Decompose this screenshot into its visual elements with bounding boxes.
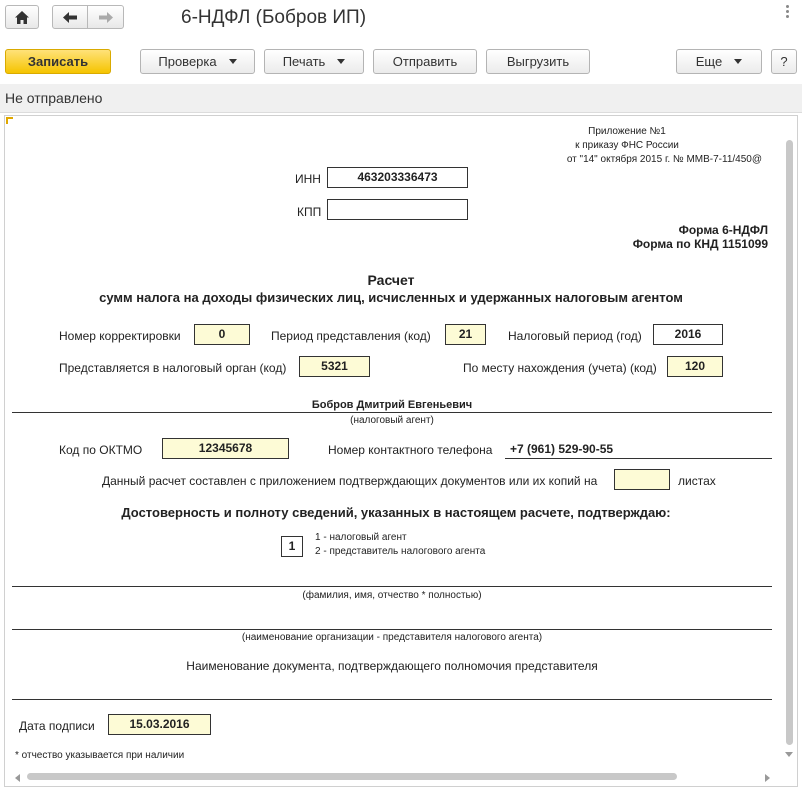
export-button[interactable]: Выгрузить bbox=[486, 49, 590, 74]
arrow-right-icon bbox=[98, 11, 113, 23]
fio-caption: (фамилия, имя, отчество * полностью) bbox=[302, 590, 482, 601]
form-heading: Расчет bbox=[367, 272, 415, 288]
back-button[interactable] bbox=[52, 5, 88, 29]
dropdown-arrow-icon bbox=[337, 59, 346, 64]
check-button[interactable]: Проверка bbox=[140, 49, 255, 74]
dropdown-arrow-icon bbox=[734, 59, 743, 64]
appendix-line-1: Приложение №1 bbox=[588, 126, 666, 137]
tax-authority-field[interactable]: 5321 bbox=[299, 356, 370, 377]
kpp-field[interactable] bbox=[327, 199, 468, 220]
signer-code-field[interactable]: 1 bbox=[281, 536, 303, 557]
phone-underline bbox=[505, 458, 772, 459]
home-button[interactable] bbox=[5, 5, 39, 29]
status-bar: Не отправлено bbox=[0, 84, 802, 113]
forward-button[interactable] bbox=[87, 5, 124, 29]
signer-option-1: 1 - налоговый агент bbox=[315, 532, 407, 543]
period-code-field[interactable]: 21 bbox=[445, 324, 486, 345]
attachments-field[interactable] bbox=[614, 469, 670, 490]
help-button-label: ? bbox=[780, 54, 788, 69]
appendix-line-2: к приказу ФНС России bbox=[575, 140, 679, 151]
doc-label: Наименование документа, подтверждающего … bbox=[186, 659, 598, 673]
agent-underline bbox=[12, 412, 772, 413]
form-name: Форма 6-НДФЛ bbox=[678, 223, 768, 237]
more-button-label: Еще bbox=[695, 54, 723, 69]
send-button[interactable]: Отправить bbox=[373, 49, 477, 74]
status-text: Не отправлено bbox=[5, 90, 103, 106]
location-field[interactable]: 120 bbox=[667, 356, 723, 377]
signer-option-2: 2 - представитель налогового агента bbox=[315, 546, 486, 557]
kpp-label: КПП bbox=[297, 205, 322, 219]
more-button[interactable]: Еще bbox=[676, 49, 762, 74]
home-icon bbox=[15, 10, 29, 24]
form-knd: Форма по КНД 1151099 bbox=[632, 237, 768, 251]
tax-authority-label: Представляется в налоговый орган (код) bbox=[59, 361, 287, 375]
export-button-label: Выгрузить bbox=[506, 54, 570, 69]
corner-marker bbox=[6, 117, 13, 124]
oktmo-label: Код по ОКТМО bbox=[59, 443, 143, 457]
arrow-left-icon bbox=[63, 11, 77, 23]
form-subheading: сумм налога на доходы физических лиц, ис… bbox=[99, 290, 683, 305]
sign-date-label: Дата подписи bbox=[19, 719, 95, 733]
inn-field[interactable]: 463203336473 bbox=[327, 167, 468, 188]
save-button[interactable]: Записать bbox=[5, 49, 111, 74]
footnote: * отчество указывается при наличии bbox=[15, 750, 185, 761]
dropdown-arrow-icon bbox=[228, 59, 237, 64]
tax-period-field[interactable]: 2016 bbox=[653, 324, 723, 345]
horizontal-scrollbar[interactable] bbox=[27, 773, 677, 780]
print-button-label: Печать bbox=[282, 54, 326, 69]
oktmo-field[interactable]: 12345678 bbox=[162, 438, 289, 459]
help-button[interactable]: ? bbox=[771, 49, 797, 74]
attachments-suffix: листах bbox=[678, 474, 716, 488]
phone-field[interactable]: +7 (961) 529-90-55 bbox=[510, 442, 613, 456]
period-code-label: Период представления (код) bbox=[271, 329, 431, 343]
scroll-down-icon[interactable] bbox=[785, 752, 793, 757]
more-vertical-icon[interactable] bbox=[781, 4, 793, 20]
doc-underline bbox=[12, 699, 772, 700]
agent-caption: (налоговый агент) bbox=[350, 415, 434, 426]
toolbar: Записать Проверка Печать Отправить Выгру… bbox=[0, 38, 802, 84]
fio-underline bbox=[12, 586, 772, 587]
send-button-label: Отправить bbox=[392, 54, 458, 69]
report-form: Приложение №1 к приказу ФНС России от "1… bbox=[4, 115, 798, 787]
correction-label: Номер корректировки bbox=[59, 329, 181, 343]
tax-period-label: Налоговый период (год) bbox=[508, 329, 642, 343]
org-caption: (наименование организации - представител… bbox=[241, 632, 543, 643]
location-label: По месту нахождения (учета) (код) bbox=[463, 361, 657, 375]
vertical-scrollbar[interactable] bbox=[786, 140, 793, 745]
org-underline bbox=[12, 629, 772, 630]
window-title: 6-НДФЛ (Бобров ИП) bbox=[181, 7, 367, 28]
save-button-label: Записать bbox=[27, 54, 89, 69]
check-button-label: Проверка bbox=[158, 54, 217, 69]
sign-date-field[interactable]: 15.03.2016 bbox=[108, 714, 211, 735]
scroll-right-icon[interactable] bbox=[765, 774, 770, 782]
inn-label: ИНН bbox=[295, 172, 321, 186]
attachments-label: Данный расчет составлен с приложением по… bbox=[102, 474, 598, 488]
title-bar: 6-НДФЛ (Бобров ИП) bbox=[0, 0, 802, 38]
scroll-left-icon[interactable] bbox=[15, 774, 20, 782]
agent-name[interactable]: Бобров Дмитрий Евгеньевич bbox=[12, 399, 772, 411]
phone-label: Номер контактного телефона bbox=[328, 443, 493, 457]
correction-field[interactable]: 0 bbox=[194, 324, 250, 345]
appendix-line-3: от "14" октября 2015 г. № ММВ-7-11/450@ bbox=[566, 154, 762, 165]
print-button[interactable]: Печать bbox=[264, 49, 364, 74]
confirm-heading: Достоверность и полноту сведений, указан… bbox=[121, 505, 671, 520]
